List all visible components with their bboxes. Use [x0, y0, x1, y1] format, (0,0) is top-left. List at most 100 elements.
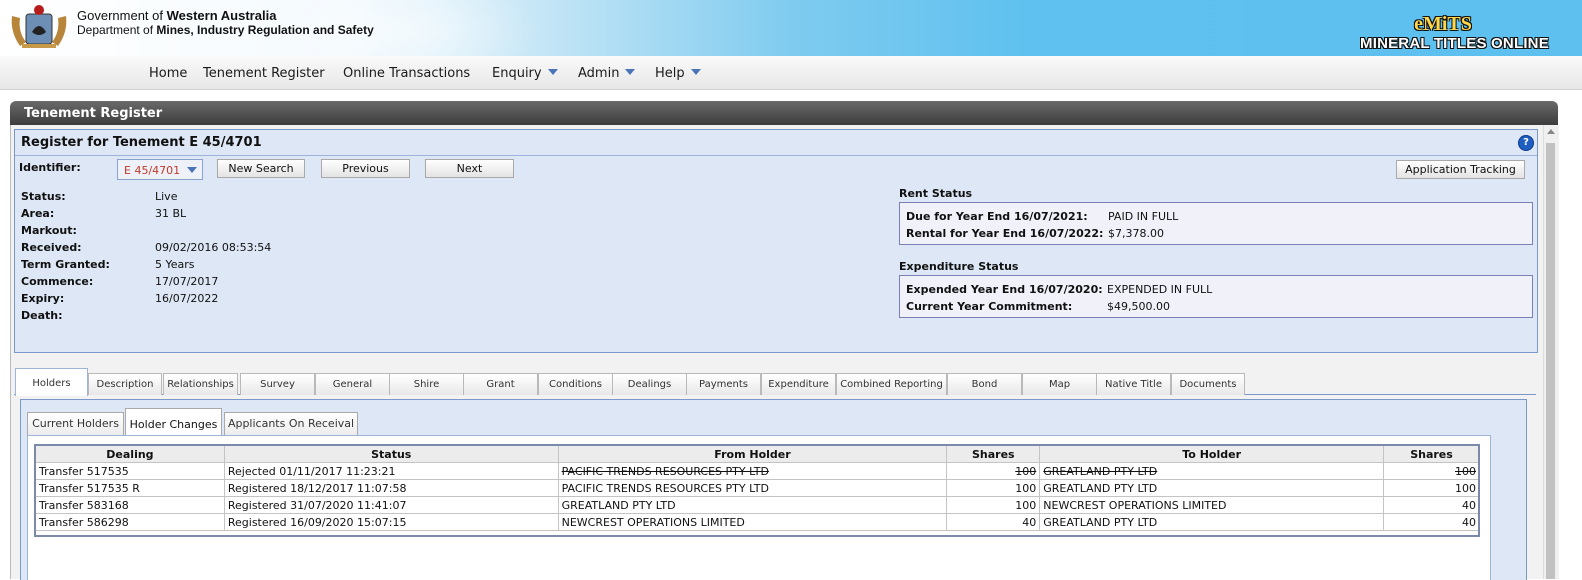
nav-enquiry[interactable]: Enquiry — [492, 66, 558, 81]
tab-description[interactable]: Description — [88, 373, 162, 395]
detail-value: 31 BL — [155, 207, 187, 220]
to-shares-cell: 40 — [1383, 496, 1480, 514]
vertical-scrollbar[interactable] — [1543, 125, 1558, 579]
dealing-cell: Transfer 583168 — [35, 496, 225, 514]
tab-expenditure[interactable]: Expenditure — [761, 373, 836, 395]
tab-survey[interactable]: Survey — [240, 373, 315, 395]
rent-label: Due for Year End 16/07/2021: — [906, 210, 1088, 223]
tab-bond[interactable]: Bond — [947, 373, 1022, 395]
subtab-holder-changes[interactable]: Holder Changes — [125, 408, 222, 436]
detail-value: 09/02/2016 08:53:54 — [155, 241, 272, 254]
tab-dealings[interactable]: Dealings — [612, 373, 687, 395]
scroll-up-icon[interactable] — [1547, 129, 1555, 134]
previous-button[interactable]: Previous — [321, 159, 410, 178]
dept-title: Department of Mines, Industry Regulation… — [77, 23, 374, 37]
column-header-dealing[interactable]: Dealing — [35, 445, 225, 463]
dealing-cell: Transfer 517535 — [35, 462, 225, 480]
nav-admin-label: Admin — [578, 66, 620, 81]
subtab-applicants-on-receival[interactable]: Applicants On Receival — [224, 412, 358, 435]
chevron-down-icon — [187, 167, 197, 173]
status-cell: Registered 31/07/2020 11:41:07 — [223, 496, 559, 514]
column-header-shares[interactable]: Shares — [946, 445, 1041, 463]
to-shares-cell: 100 — [1383, 462, 1480, 480]
tab-relationships[interactable]: Relationships — [163, 373, 238, 395]
application-tracking-button[interactable]: Application Tracking — [1396, 160, 1525, 179]
register-title: Register for Tenement E 45/4701 — [21, 135, 262, 150]
from-holder-cell: NEWCREST OPERATIONS LIMITED — [557, 513, 948, 531]
holder-changes-table: Dealing Status From Holder Shares To Hol… — [35, 445, 1480, 531]
nav-help[interactable]: Help — [655, 66, 701, 81]
detail-label: Markout: — [21, 224, 77, 237]
help-icon[interactable]: ? — [1518, 135, 1534, 151]
dealing-cell: Transfer 517535 R — [35, 479, 225, 497]
tab-documents[interactable]: Documents — [1171, 373, 1245, 395]
wa-crest-logo — [11, 5, 67, 48]
table-row: Transfer 586298 Registered 16/09/2020 15… — [35, 513, 1480, 531]
rent-label: Rental for Year End 16/07/2022: — [906, 227, 1104, 240]
app-name: MINERAL TITLES ONLINE — [1360, 35, 1549, 52]
from-holder-cell: PACIFIC TRENDS RESOURCES PTY LTD — [557, 462, 948, 480]
expenditure-label: Expended Year End 16/07/2020: — [906, 283, 1103, 296]
next-button[interactable]: Next — [425, 159, 514, 178]
detail-label: Received: — [21, 241, 82, 254]
to-shares-cell: 100 — [1383, 479, 1480, 497]
to-holder-cell: NEWCREST OPERATIONS LIMITED — [1039, 496, 1385, 514]
table-row: Transfer 583168 Registered 31/07/2020 11… — [35, 496, 1480, 514]
tab-native-title[interactable]: Native Title — [1096, 373, 1171, 395]
rent-status-title: Rent Status — [899, 187, 973, 200]
identifier-value: E 45/4701 — [124, 164, 181, 177]
chevron-down-icon — [690, 69, 701, 75]
identifier-select[interactable]: E 45/4701 — [117, 159, 203, 180]
register-header: Register for Tenement E 45/4701 ? — [15, 130, 1537, 156]
table-row: Transfer 517535 R Registered 18/12/2017 … — [35, 479, 1480, 497]
to-holder-cell: GREATLAND PTY LTD — [1039, 479, 1385, 497]
gov-title: Government of Western Australia — [77, 8, 277, 23]
from-shares-cell: 100 — [946, 479, 1041, 497]
tab-conditions[interactable]: Conditions — [538, 373, 613, 395]
from-holder-cell: GREATLAND PTY LTD — [557, 496, 948, 514]
subtab-current-holders[interactable]: Current Holders — [27, 412, 124, 435]
nav-home[interactable]: Home — [149, 66, 187, 81]
chevron-down-icon — [547, 69, 558, 75]
nav-admin[interactable]: Admin — [578, 66, 636, 81]
to-holder-cell: GREATLAND PTY LTD — [1039, 513, 1385, 531]
tab-map[interactable]: Map — [1022, 373, 1097, 395]
tab-combined-reporting[interactable]: Combined Reporting — [836, 373, 947, 395]
emits-logo: eMiTS — [1414, 13, 1472, 35]
nav-help-label: Help — [655, 66, 685, 81]
new-search-button[interactable]: New Search — [217, 159, 305, 178]
table-header-row: Dealing Status From Holder Shares To Hol… — [35, 445, 1480, 463]
status-cell: Registered 16/09/2020 15:07:15 — [223, 513, 559, 531]
column-header-from-holder[interactable]: From Holder — [557, 445, 948, 463]
panel-title: Tenement Register — [24, 106, 163, 121]
tab-shire[interactable]: Shire — [389, 373, 464, 395]
expenditure-status-box: Expended Year End 16/07/2020: EXPENDED I… — [899, 275, 1533, 318]
rent-value: PAID IN FULL — [1108, 210, 1179, 223]
expenditure-value: $49,500.00 — [1107, 300, 1170, 313]
dealing-cell: Transfer 586298 — [35, 513, 225, 531]
to-holder-cell: GREATLAND PTY LTD — [1039, 462, 1385, 480]
from-holder-cell: PACIFIC TRENDS RESOURCES PTY LTD — [557, 479, 948, 497]
detail-value: 17/07/2017 — [155, 275, 219, 288]
from-shares-cell: 40 — [946, 513, 1041, 531]
tab-general[interactable]: General — [315, 373, 390, 395]
from-shares-cell: 100 — [946, 496, 1041, 514]
tab-holders[interactable]: Holders — [15, 368, 88, 396]
chevron-down-icon — [625, 69, 636, 75]
nav-online-transactions[interactable]: Online Transactions — [343, 66, 470, 81]
column-header-to-holder[interactable]: To Holder — [1039, 445, 1385, 463]
nav-tenement-register[interactable]: Tenement Register — [203, 66, 325, 81]
detail-value: 16/07/2022 — [155, 292, 219, 305]
detail-value: 5 Years — [155, 258, 195, 271]
detail-label: Death: — [21, 309, 63, 322]
tab-payments[interactable]: Payments — [686, 373, 761, 395]
panel-titlebar: Tenement Register — [10, 101, 1558, 125]
to-shares-cell: 40 — [1383, 513, 1480, 531]
column-header-status[interactable]: Status — [223, 445, 559, 463]
tab-grant[interactable]: Grant — [463, 373, 538, 395]
scrollbar-thumb[interactable] — [1546, 143, 1555, 579]
table-row: Transfer 517535 Rejected 01/11/2017 11:2… — [35, 462, 1480, 480]
rent-value: $7,378.00 — [1108, 227, 1164, 240]
register-section: Register for Tenement E 45/4701 ? Identi… — [14, 129, 1538, 353]
column-header-shares[interactable]: Shares — [1383, 445, 1480, 463]
